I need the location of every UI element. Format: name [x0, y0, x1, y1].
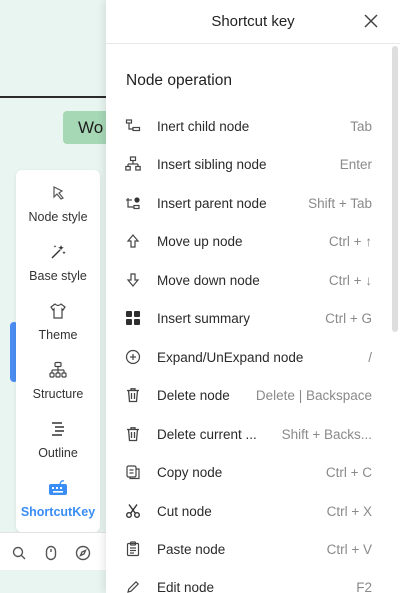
tool-label: Structure: [32, 387, 84, 401]
sibling-node-icon: [124, 155, 142, 173]
shortcut-row: Edit node F2: [106, 568, 392, 593]
shortcut-name: Delete current ...: [157, 426, 257, 442]
shortcut-row: Insert summary Ctrl + G: [106, 299, 392, 337]
panel-title: Shortcut key: [211, 13, 295, 30]
shortcut-name: Move down node: [157, 272, 260, 288]
shortcut-key: Ctrl + X: [326, 503, 372, 519]
scrollbar[interactable]: [392, 46, 398, 332]
shortcut-name: Expand/UnExpand node: [157, 349, 304, 365]
shirt-icon: [49, 298, 67, 324]
arrow-up-icon: [124, 232, 142, 250]
structure-icon: [49, 357, 67, 383]
shortcut-key: Ctrl + ↓: [328, 272, 372, 288]
shortcut-key: Ctrl + ↑: [328, 233, 372, 249]
magic-wand-icon: [49, 239, 67, 265]
shortcut-key: Ctrl + C: [325, 464, 372, 480]
outline-icon: [49, 416, 67, 442]
summary-icon: [124, 309, 142, 327]
shortcut-key: Enter: [339, 156, 372, 172]
shortcut-panel: Shortcut key Node operation Inert child …: [106, 0, 400, 593]
tool-label: Base style: [29, 269, 87, 283]
side-toolbar: Node style Base style Theme Structure Ou…: [16, 170, 100, 532]
tool-theme[interactable]: Theme: [16, 298, 100, 356]
shortcut-key: Shift + Backs...: [281, 426, 372, 442]
section-title: Node operation: [126, 72, 232, 89]
shortcut-name: Copy node: [157, 464, 223, 480]
shortcut-row: Copy node Ctrl + C: [106, 453, 392, 491]
shortcut-key: /: [368, 349, 372, 365]
shortcut-row: Move up node Ctrl + ↑: [106, 222, 392, 260]
trash-icon: [124, 386, 142, 404]
search-icon[interactable]: [10, 544, 28, 562]
shortcut-row: Cut node Ctrl + X: [106, 492, 392, 530]
shortcut-name: Edit node: [157, 579, 215, 593]
tool-label: ShortcutKey: [20, 505, 96, 519]
trash-icon: [124, 425, 142, 443]
bottom-icons: [10, 540, 92, 566]
shortcut-name: Insert sibling node: [157, 156, 267, 172]
shortcut-name: Paste node: [157, 541, 226, 557]
mouse-icon[interactable]: [42, 544, 60, 562]
scissors-icon: [124, 502, 142, 520]
copy-icon: [124, 463, 142, 481]
paste-icon: [124, 540, 142, 558]
compass-icon[interactable]: [74, 544, 92, 562]
tool-label: Outline: [38, 446, 78, 460]
shortcut-key: Ctrl + G: [325, 310, 372, 326]
panel-header: Shortcut key: [106, 0, 400, 44]
shortcut-name: Inert child node: [157, 118, 250, 134]
shortcut-row: Insert parent node Shift + Tab: [106, 184, 392, 222]
parent-node-icon: [124, 194, 142, 212]
shortcut-name: Move up node: [157, 233, 243, 249]
pencil-icon: [124, 578, 142, 593]
shortcut-row: Inert child node Tab: [106, 107, 392, 145]
shortcut-key: Ctrl + V: [326, 541, 372, 557]
tool-label: Theme: [38, 328, 78, 342]
tool-base-style[interactable]: Base style: [16, 239, 100, 297]
child-node-icon: [124, 117, 142, 135]
keyboard-icon: [47, 475, 69, 501]
shortcut-key: Shift + Tab: [308, 195, 372, 211]
shortcut-name: Insert parent node: [157, 195, 267, 211]
shortcut-name: Insert summary: [157, 310, 251, 326]
tool-outline[interactable]: Outline: [16, 416, 100, 474]
tool-shortcut-key[interactable]: ShortcutKey: [16, 475, 100, 533]
shortcut-row: Delete node Delete | Backspace: [106, 376, 392, 414]
tool-label: Node style: [28, 210, 88, 224]
arrow-down-icon: [124, 271, 142, 289]
shortcut-key: Delete | Backspace: [255, 387, 372, 403]
close-icon: [364, 14, 378, 28]
shortcut-name: Cut node: [157, 503, 212, 519]
expand-icon: [124, 348, 142, 366]
node-text: Wo: [78, 118, 104, 137]
shortcut-key: Tab: [350, 118, 372, 134]
shortcut-key: F2: [356, 579, 372, 593]
shortcut-row: Insert sibling node Enter: [106, 145, 392, 183]
node-style-icon: [50, 180, 66, 206]
close-button[interactable]: [362, 12, 380, 30]
shortcut-row: Paste node Ctrl + V: [106, 530, 392, 568]
shortcut-row: Delete current ... Shift + Backs...: [106, 415, 392, 453]
shortcut-row: Expand/UnExpand node /: [106, 338, 392, 376]
shortcut-row: Move down node Ctrl + ↓: [106, 261, 392, 299]
connector-line: [0, 96, 110, 98]
shortcut-name: Delete node: [157, 387, 230, 403]
tool-node-style[interactable]: Node style: [16, 180, 100, 238]
tool-structure[interactable]: Structure: [16, 357, 100, 415]
